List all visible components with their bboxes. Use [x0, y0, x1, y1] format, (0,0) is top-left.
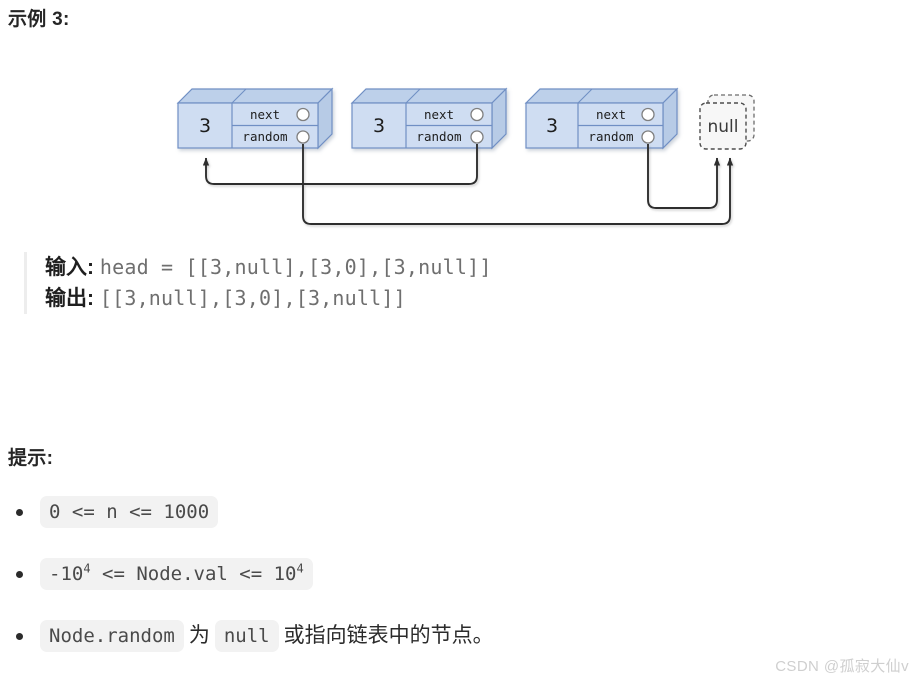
node-3-next-label: next: [596, 107, 626, 122]
example-io-block: 输入: head = [[3,null],[3,0],[3,null]] 输出:…: [24, 252, 492, 314]
hint-text-tail: 或指向链表中的节点。: [283, 624, 494, 648]
node-2-random-label: random: [416, 129, 461, 144]
node-1-next-port: [296, 107, 310, 122]
node-1-random-port: [296, 130, 310, 144]
node-2-next-label: next: [424, 107, 454, 122]
bullet-icon: [16, 509, 23, 516]
bullet-icon: [16, 633, 23, 640]
node-3-random-port: [641, 130, 655, 144]
list-item: 0 <= n <= 1000: [8, 495, 888, 529]
hints-heading: 提示:: [8, 448, 54, 469]
null-label: null: [708, 117, 739, 137]
list-item: Node.random 为 null 或指向链表中的节点。: [8, 619, 888, 653]
val-range-sup-1: 4: [83, 562, 91, 577]
output-value: [[3,null],[3,0],[3,null]]: [99, 286, 406, 310]
watermark: CSDN @孤寂大仙v: [775, 658, 909, 675]
null-box: null: [699, 94, 755, 150]
arrow-random-3-to-null: [647, 144, 721, 209]
output-label: 输出:: [45, 287, 94, 310]
list-item: -104 <= Node.val <= 104: [8, 557, 888, 591]
hint-code-val-range: -104 <= Node.val <= 104: [40, 558, 313, 591]
val-range-mid: <= Node.val <= 10: [90, 563, 297, 586]
node-1-next-label: next: [250, 107, 280, 122]
hint-code-n-range: 0 <= n <= 1000: [40, 496, 219, 529]
node-3-random-label: random: [588, 129, 633, 144]
input-label: 输入:: [45, 256, 94, 279]
random-pointer-arrows: [202, 144, 734, 225]
page-title: 示例 3:: [8, 9, 70, 30]
node-3-value: 3: [546, 115, 558, 137]
node-1-value: 3: [199, 115, 211, 137]
val-range-pre: -10: [49, 563, 84, 586]
output-line: 输出: [[3,null],[3,0],[3,null]]: [45, 283, 492, 314]
bullet-icon: [16, 571, 23, 578]
hint-code-node-random: Node.random: [40, 620, 184, 653]
hints-list: 0 <= n <= 1000 -104 <= Node.val <= 104 N…: [8, 495, 888, 681]
hint-code-null: null: [214, 620, 279, 653]
node-1-random-label: random: [242, 129, 287, 144]
linked-list-diagram: 3 next random 3 next random 3 next rando…: [0, 72, 923, 232]
node-2-random-port: [470, 130, 484, 144]
hint-text-wei: 为: [188, 624, 210, 648]
val-range-sup-2: 4: [296, 562, 304, 577]
input-value: head = [[3,null],[3,0],[3,null]]: [99, 255, 492, 279]
node-3-next-port: [641, 107, 655, 122]
node-2-value: 3: [373, 115, 385, 137]
arrow-random-2-to-1: [202, 144, 478, 185]
node-2-next-port: [470, 107, 484, 122]
input-line: 输入: head = [[3,null],[3,0],[3,null]]: [45, 252, 492, 283]
